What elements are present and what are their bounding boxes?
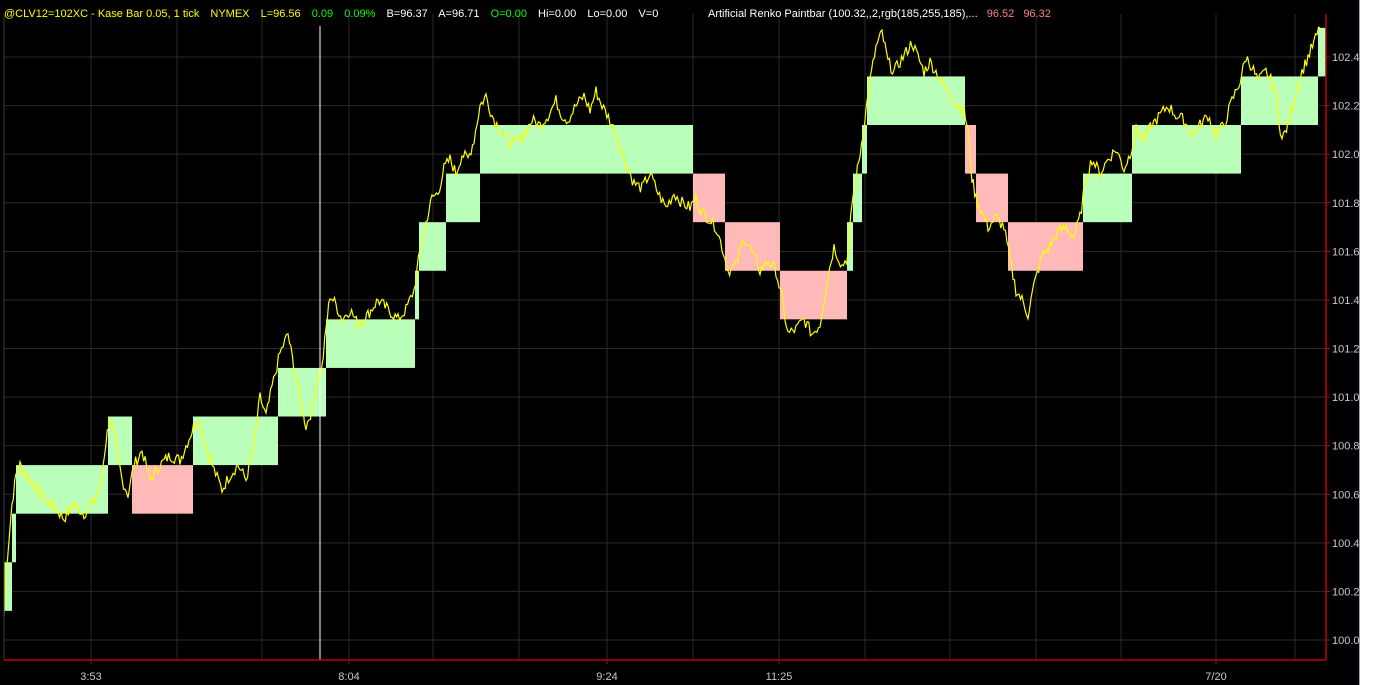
y-tick-label: 100.4: [1332, 538, 1360, 550]
y-tick-label: 101.4: [1332, 295, 1360, 307]
ask-price: A=96.71: [438, 8, 480, 20]
renko-brick-down: [693, 173, 725, 223]
net-change: 0.09: [311, 8, 334, 20]
y-tick-label: 102.4: [1332, 52, 1360, 64]
renko-brick-up: [1241, 76, 1318, 126]
renko-brick-up: [419, 222, 446, 271]
study-value-2: 96.32: [1023, 8, 1051, 20]
renko-brick-up: [1318, 27, 1326, 77]
renko-brick-up: [853, 173, 862, 223]
last-price: L=96.56: [260, 8, 301, 20]
grid-layer: [4, 14, 1326, 660]
y-tick-label: 100.2: [1332, 586, 1360, 598]
symbol-header: @CLV12=102XC - Kase Bar 0.05, 1 tick NYM…: [4, 6, 1324, 22]
x-tick-label: 11:25: [766, 671, 793, 683]
exchange-label: NYMEX: [210, 8, 250, 20]
percent-change: 0.09%: [344, 8, 376, 20]
renko-brick-up: [1132, 125, 1241, 174]
symbol-label: @CLV12=102XC - Kase Bar 0.05, 1 tick: [4, 8, 200, 20]
open-price: O=0.00: [490, 8, 527, 20]
bid-price: B=96.37: [386, 8, 428, 20]
renko-brick-up: [12, 513, 16, 563]
x-tick-label: 7/20: [1205, 671, 1226, 683]
renko-brick-down: [780, 270, 847, 320]
y-tick-label: 101.8: [1332, 198, 1360, 210]
renko-brick-up: [867, 76, 965, 126]
y-tick-label: 102.0: [1332, 149, 1360, 161]
study-name: Artificial Renko Paintbar (100.32,,2,rgb…: [708, 8, 978, 20]
renko-brick-up: [326, 319, 415, 368]
x-tick-label: 8:04: [338, 671, 359, 683]
y-tick-label: 102.2: [1332, 101, 1360, 113]
renko-brick-up: [1083, 173, 1132, 223]
price-line-layer: [3, 26, 1321, 660]
y-tick-label: 100.6: [1332, 489, 1360, 501]
right-panel: [1360, 0, 1385, 685]
high-price: Hi=0.00: [538, 8, 577, 20]
renko-brick-up: [193, 416, 278, 466]
renko-brick-up: [108, 416, 132, 466]
renko-bricks: [4, 27, 1326, 611]
renko-brick-up: [446, 173, 480, 223]
y-tick-label: 101.6: [1332, 246, 1360, 258]
renko-brick-down: [976, 173, 1008, 223]
renko-brick-up: [862, 125, 867, 174]
y-tick-label: 101.0: [1332, 392, 1360, 404]
y-tick-label: 101.2: [1332, 344, 1360, 356]
y-tick-label: 100.0: [1332, 635, 1360, 647]
x-tick-label: 3:53: [80, 671, 101, 683]
study-value-1: 96.52: [986, 8, 1015, 20]
x-tick-label: 9:24: [596, 671, 617, 683]
y-tick-label: 100.8: [1332, 441, 1360, 453]
low-price: Lo=0.00: [587, 8, 628, 20]
renko-brick-down: [132, 465, 193, 514]
price-chart[interactable]: 102.4 102.2 102.0 101.8 101.6 101.4 101.2 101.0…: [0, 0, 1385, 685]
chart-window[interactable]: 102.4 102.2 102.0 101.8 101.6 101.4 101.2 101.0…: [0, 0, 1385, 685]
price-line: [3, 26, 1321, 616]
renko-brick-up: [16, 465, 108, 514]
volume: V=0: [638, 8, 659, 20]
renko-brick-down: [1008, 222, 1083, 271]
study-legend[interactable]: Artificial Renko Paintbar (100.32,,2,rgb…: [708, 6, 1057, 22]
renko-brick-up: [480, 125, 693, 174]
